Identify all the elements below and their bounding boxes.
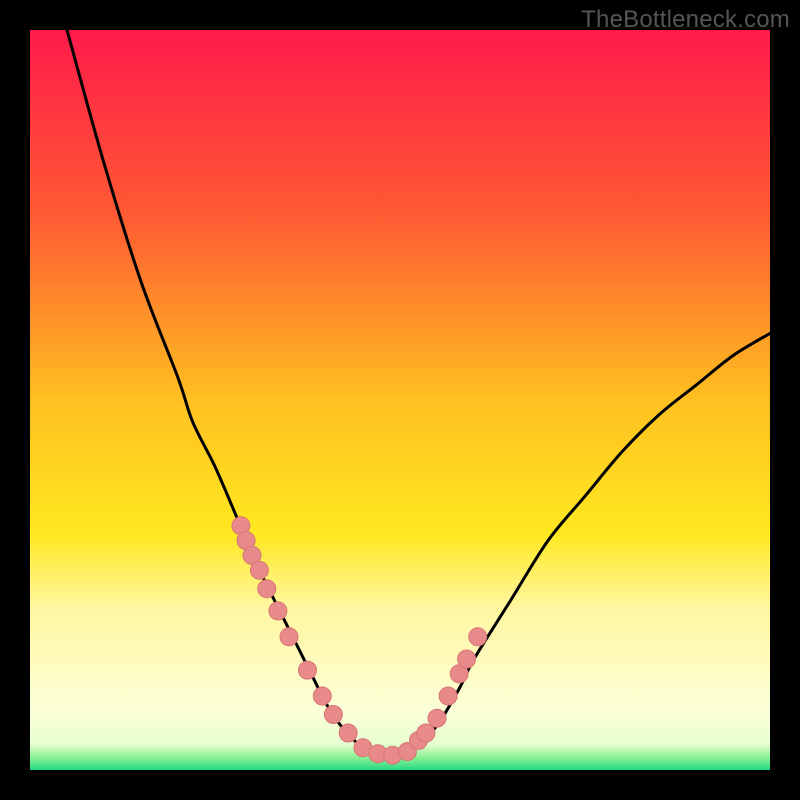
chart-stage: TheBottleneck.com <box>0 0 800 800</box>
gradient-background <box>30 30 770 770</box>
highlight-marker <box>469 628 487 646</box>
highlight-marker <box>299 661 317 679</box>
highlight-marker <box>258 580 276 598</box>
highlight-marker <box>458 650 476 668</box>
highlight-marker <box>250 561 268 579</box>
highlight-marker <box>280 628 298 646</box>
highlight-marker <box>428 709 446 727</box>
bottleneck-chart-svg <box>30 30 770 770</box>
highlight-marker <box>324 706 342 724</box>
highlight-marker <box>269 602 287 620</box>
highlight-marker <box>313 687 331 705</box>
highlight-marker <box>339 724 357 742</box>
plot-area <box>30 30 770 770</box>
highlight-marker <box>439 687 457 705</box>
highlight-marker <box>417 724 435 742</box>
